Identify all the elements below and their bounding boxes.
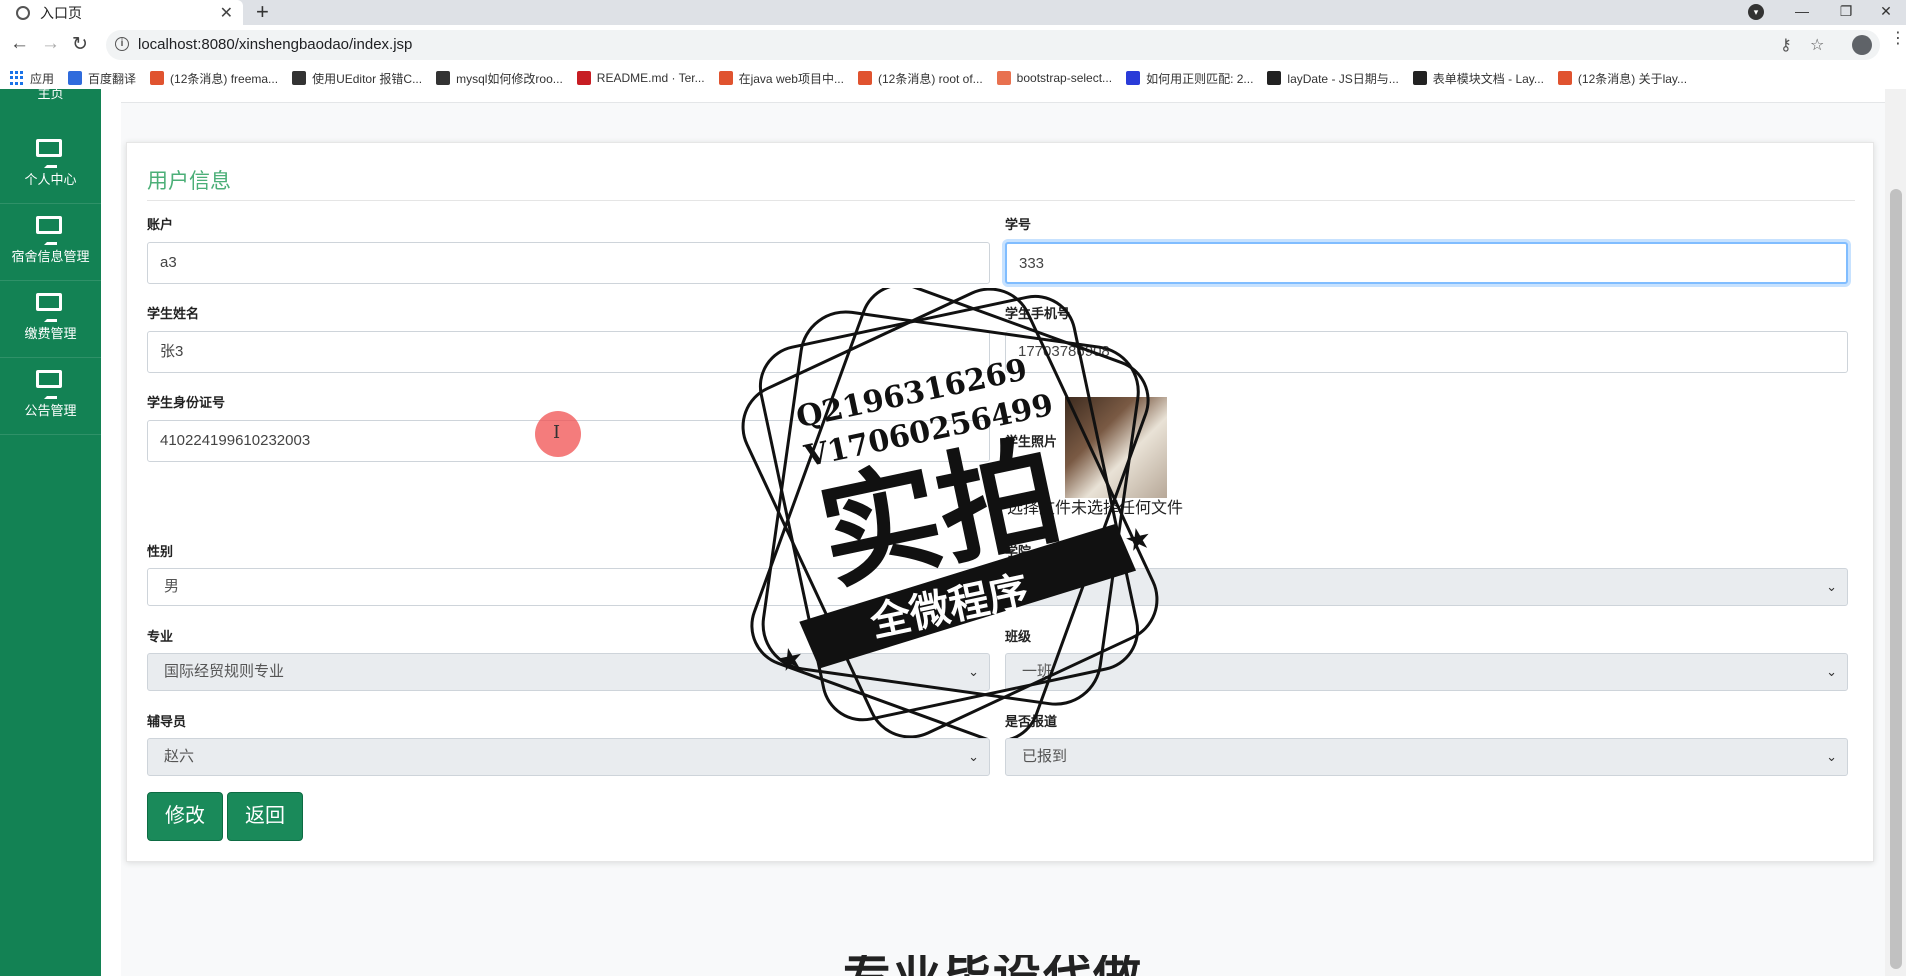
account-input[interactable]: a3	[147, 242, 990, 284]
gitee-icon	[576, 71, 591, 85]
back-arrow-icon[interactable]: ←	[10, 33, 29, 55]
bookmark-item[interactable]: (12条消息) freema...	[150, 70, 278, 87]
bookmarks-bar: 应用 百度翻译 (12条消息) freema... 使用UEditor 报错C... m…	[0, 67, 1906, 89]
baidu-paw-icon	[1126, 71, 1141, 85]
jianshu-icon	[996, 71, 1011, 85]
bookmark-label: (12条消息) root of...	[877, 71, 983, 86]
back-button[interactable]: 返回	[227, 792, 303, 841]
monitor-icon	[36, 370, 62, 399]
bookmark-label: README.md · Ter...	[596, 71, 705, 85]
bookmark-item[interactable]: (12条消息) 关于lay...	[1557, 70, 1688, 87]
bookmark-item[interactable]: 在java web项目中...	[718, 70, 844, 87]
bookmark-label: 如何用正则匹配: 2...	[1146, 71, 1254, 86]
browser-tab[interactable]: 入口页 ✕	[0, 0, 243, 25]
close-tab-icon[interactable]: ✕	[220, 3, 233, 23]
counselor-label: 辅导员	[147, 714, 187, 729]
scrollbar-thumb[interactable]	[1890, 189, 1902, 969]
sidebar-item-notice[interactable]: 公告管理	[0, 358, 101, 435]
url-text: localhost:8080/xinshengbaodao/index.jsp	[138, 36, 413, 53]
gender-label: 性别	[147, 544, 174, 559]
bookmark-item[interactable]: (12条消息) root of...	[857, 70, 983, 87]
browser-tab-strip: 入口页 ✕ + ▾ — ❐ ✕	[0, 0, 1906, 25]
profile-menu-icon[interactable]: ▾	[1748, 4, 1764, 20]
sidebar-item-payment[interactable]: 缴费管理	[0, 281, 101, 358]
globe-icon	[16, 5, 30, 20]
sidebar-item-label: 公告管理	[24, 403, 77, 418]
minimize-button[interactable]: —	[1780, 0, 1824, 25]
footer-heading-partial: 专业毕设代做	[843, 955, 1143, 976]
bookmark-label: (12条消息) 关于lay...	[1577, 71, 1688, 86]
star-icon: ★	[1122, 521, 1155, 559]
sidebar-item-label: 宿舍信息管理	[11, 249, 90, 264]
bookmark-item[interactable]: bootstrap-select...	[996, 71, 1113, 85]
ueditor-icon	[292, 71, 307, 85]
edit-button[interactable]: 修改	[147, 792, 223, 841]
layui-icon	[1267, 71, 1282, 85]
browser-menu-icon[interactable]: ⋮	[1890, 31, 1906, 47]
bookmark-label: 在java web项目中...	[738, 71, 844, 86]
reported-select[interactable]: 已报到 ⌄	[1005, 738, 1848, 776]
divider	[147, 200, 1855, 201]
name-label: 学生姓名	[147, 306, 200, 321]
bookmark-item[interactable]: README.md · Ter...	[576, 71, 705, 85]
bookmark-item[interactable]: 如何用正则匹配: 2...	[1126, 70, 1253, 87]
star-bookmark-icon[interactable]: ☆	[1810, 35, 1824, 55]
monitor-icon	[36, 293, 62, 322]
chevron-down-icon: ⌄	[1826, 664, 1837, 679]
close-window-button[interactable]: ✕	[1864, 0, 1906, 25]
monitor-icon	[36, 139, 62, 168]
bookmark-item[interactable]: mysql如何修改roo...	[436, 70, 563, 87]
student-no-input[interactable]: 333	[1005, 242, 1848, 284]
csdn-icon	[150, 71, 165, 85]
bookmark-label: 使用UEditor 报错C...	[312, 71, 423, 86]
chevron-down-icon: ⌄	[1826, 579, 1837, 594]
gender-value: 男	[164, 578, 180, 595]
address-bar[interactable]: i localhost:8080/xinshengbaodao/index.js…	[106, 30, 1880, 60]
csdn-icon	[718, 71, 733, 85]
chevron-down-icon: ⌄	[1826, 749, 1837, 764]
new-tab-button[interactable]: +	[256, 0, 269, 24]
counselor-value: 赵六	[164, 748, 195, 765]
bookmark-label: bootstrap-select...	[1016, 71, 1113, 85]
bookmark-label: (12条消息) freema...	[170, 71, 279, 86]
major-value: 国际经贸规则专业	[164, 663, 285, 680]
ueditor-icon	[436, 71, 451, 85]
watermark-stamp: Q2196316269 V17060256499 实拍 全微程序 ★ ★	[741, 288, 1159, 738]
monitor-icon	[36, 216, 62, 245]
reported-value: 已报到	[1022, 748, 1068, 765]
star-icon: ★	[774, 641, 807, 679]
bookmark-item[interactable]: layDate - JS日期与...	[1267, 70, 1399, 87]
csdn-icon	[857, 71, 872, 85]
forward-arrow-icon[interactable]: →	[41, 33, 60, 55]
reload-icon[interactable]: ↻	[72, 33, 88, 56]
major-label: 专业	[147, 629, 174, 644]
sidebar-item-dorm[interactable]: 宿舍信息管理	[0, 204, 101, 281]
bookmark-label: 表单模块文档 - Lay...	[1432, 71, 1544, 86]
counselor-select[interactable]: 赵六 ⌄	[147, 738, 990, 776]
sidebar-item-label: 个人中心	[24, 172, 77, 187]
top-strip	[121, 89, 1885, 103]
account-avatar-icon[interactable]	[1852, 35, 1872, 55]
chevron-down-icon: ⌄	[968, 749, 979, 764]
key-icon[interactable]: ⚷	[1780, 35, 1792, 55]
click-indicator	[535, 411, 581, 457]
sidebar-item-profile[interactable]: 个人中心	[0, 127, 101, 204]
bookmark-item[interactable]: 表单模块文档 - Lay...	[1412, 70, 1544, 87]
bookmark-label: layDate - JS日期与...	[1287, 71, 1399, 86]
sidebar-item-label: 缴费管理	[24, 326, 77, 341]
sidebar: 主页 个人中心 宿舍信息管理 缴费管理 公告管理	[0, 86, 101, 976]
account-label: 账户	[147, 217, 174, 232]
sidebar-item-home-partial[interactable]: 主页	[0, 83, 101, 102]
layui-icon	[1412, 71, 1427, 85]
restore-button[interactable]: ❐	[1824, 0, 1868, 25]
bookmark-item[interactable]: 使用UEditor 报错C...	[292, 70, 422, 87]
bookmark-label: mysql如何修改roo...	[456, 71, 563, 86]
card-title: 用户信息	[147, 170, 231, 193]
tab-title: 入口页	[40, 4, 82, 21]
browser-toolbar: ← → ↻ i localhost:8080/xinshengbaodao/in…	[0, 25, 1906, 67]
site-info-icon[interactable]: i	[115, 37, 129, 51]
student-no-label: 学号	[1005, 217, 1032, 232]
csdn-icon	[1557, 71, 1572, 85]
id-card-label: 学生身份证号	[147, 395, 226, 410]
